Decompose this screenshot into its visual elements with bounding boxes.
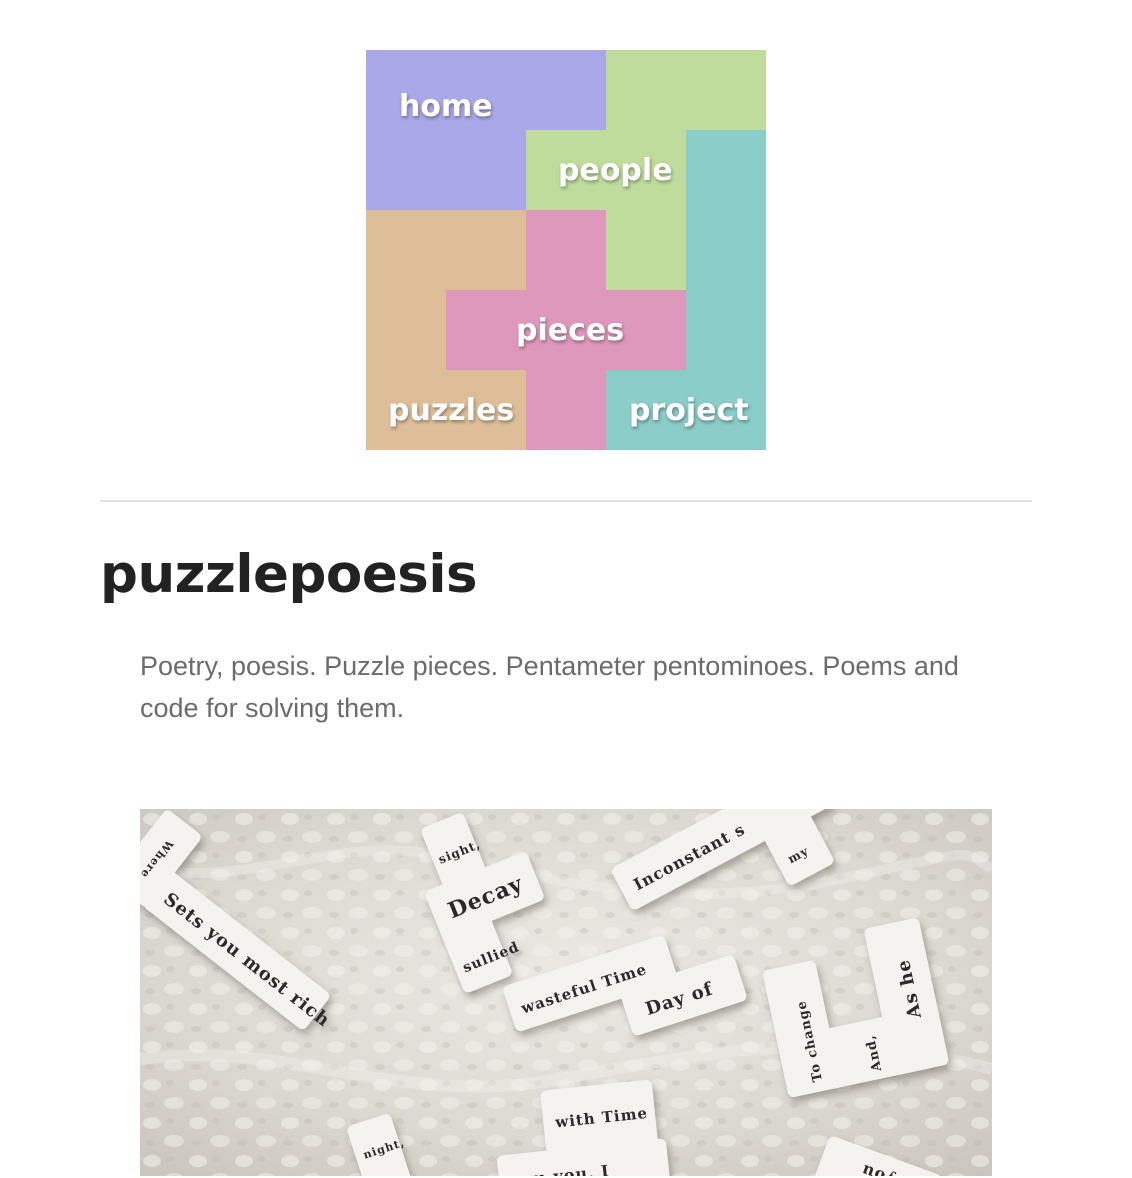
nav-link-project[interactable]: project (629, 396, 749, 426)
nav-link-puzzles[interactable]: puzzles (388, 396, 514, 426)
pentomino-nav: home people pieces puzzles project (366, 50, 766, 450)
site-tagline: Poetry, poesis. Puzzle pieces. Pentamete… (140, 651, 959, 723)
nav-link-people[interactable]: people (558, 156, 673, 186)
nav-link-home[interactable]: home (399, 92, 493, 122)
hero-photo: Sets you most rich Where sight, Decay su… (140, 809, 992, 1176)
site-title: puzzlepoesis (100, 544, 478, 605)
nav-link-pieces[interactable]: pieces (516, 316, 624, 346)
header-divider (100, 500, 1032, 502)
puzzle-pieces-photo: Sets you most rich Where sight, Decay su… (140, 809, 992, 1176)
